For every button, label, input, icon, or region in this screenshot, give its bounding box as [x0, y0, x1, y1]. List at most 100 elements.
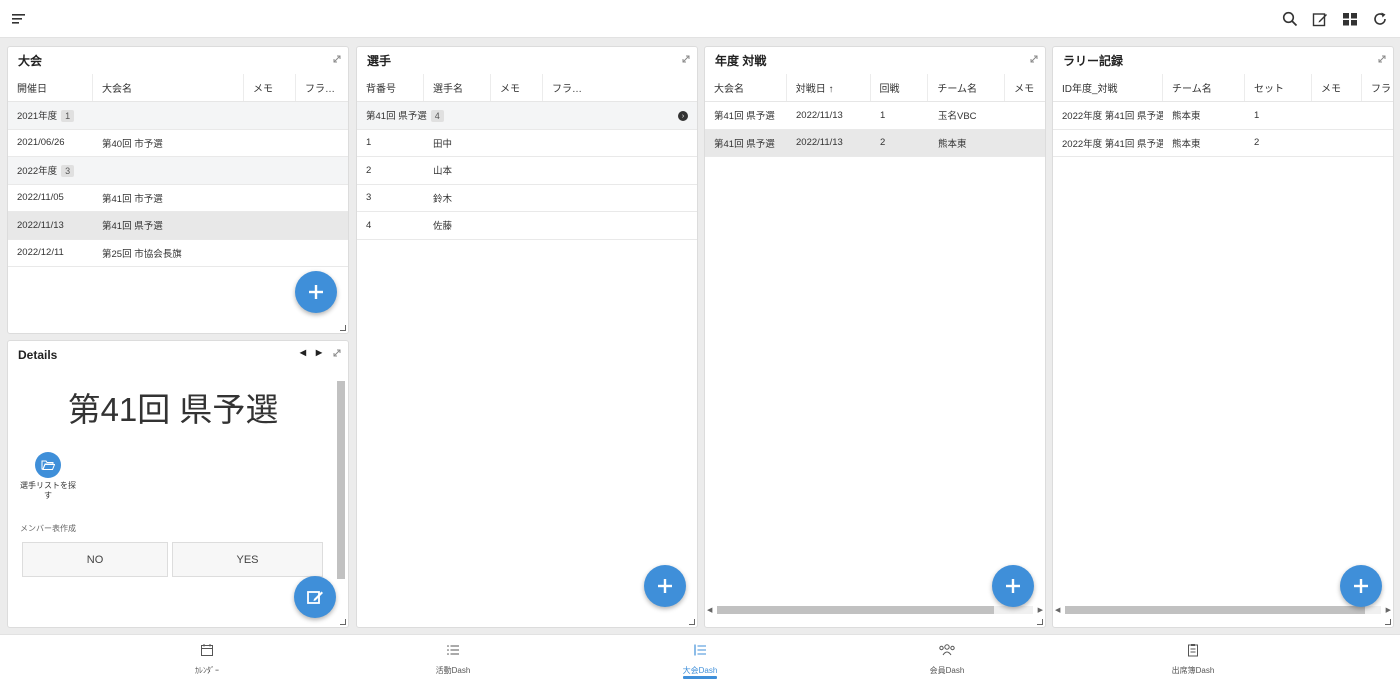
vertical-scrollbar[interactable] — [336, 369, 346, 617]
bottom-navigation: ｶﾚﾝﾀﾞｰ 活動Dash 大会Dash 会員Dash 出席簿Dash — [0, 634, 1400, 679]
table-row[interactable]: 3 鈴木 — [357, 185, 697, 212]
group-row[interactable]: 2021年度 1 — [8, 102, 348, 130]
people-icon — [939, 644, 955, 656]
table-row[interactable]: 2022年度 第41回 県予選 熊本東 1 — [1053, 102, 1393, 130]
expand-icon[interactable] — [1028, 53, 1040, 65]
yes-button[interactable]: YES — [172, 542, 323, 577]
table-row[interactable]: 第41回 県予選 2022/11/13 1 玉名VBC — [705, 102, 1045, 130]
edit-icon[interactable] — [1308, 7, 1332, 31]
cell-name: 田中 — [433, 138, 453, 150]
column-header[interactable]: フラ — [1362, 74, 1393, 101]
cell-id: 2022年度 第41回 県予選 — [1062, 138, 1163, 150]
cell-team: 熊本東 — [1172, 138, 1201, 150]
column-header[interactable]: メモ — [1005, 74, 1045, 101]
edit-button[interactable] — [294, 576, 336, 618]
expand-icon[interactable] — [680, 53, 692, 65]
nav-attendance-dash[interactable]: 出席簿Dash — [1133, 643, 1253, 676]
folder-button[interactable] — [35, 452, 61, 478]
group-row[interactable]: 第41回 県予選 4 › — [357, 102, 697, 130]
cell-name: 第41回 県予選 — [102, 221, 163, 233]
expand-icon[interactable] — [331, 347, 343, 359]
grid-icon[interactable] — [1338, 7, 1362, 31]
table-row[interactable]: 2022年度 第41回 県予選 熊本東 2 — [1053, 130, 1393, 157]
panel-title: 年度 対戦 — [715, 54, 767, 68]
column-header[interactable]: 背番号 — [357, 74, 424, 101]
column-header[interactable]: 大会名 — [93, 74, 244, 101]
column-header[interactable]: 対戦日 ↑ — [787, 74, 871, 101]
section-label: メンバー表作成 — [20, 524, 76, 533]
cell-number: 4 — [366, 219, 372, 231]
cell-team: 熊本東 — [938, 138, 967, 150]
table-row[interactable]: 4 佐藤 — [357, 212, 697, 240]
horizontal-scrollbar[interactable]: ◀ ▶ — [1055, 603, 1391, 615]
cell-name: 第41回 市予選 — [102, 193, 163, 205]
resize-handle[interactable] — [1385, 619, 1391, 625]
nav-member-dash[interactable]: 会員Dash — [887, 643, 1007, 676]
panel-title: 選手 — [367, 54, 392, 68]
cell-date: 2022/11/05 — [17, 192, 64, 204]
cell-date: 2022/12/11 — [17, 247, 64, 259]
table-row[interactable]: 2022/11/13 第41回 県予選 — [8, 212, 348, 240]
folder-button-label: 選手リストを探す — [20, 481, 76, 500]
group-label: 2022年度 — [17, 166, 58, 178]
column-header[interactable]: 大会名 — [705, 74, 787, 101]
column-header[interactable]: フラ… — [543, 74, 697, 101]
details-heading: 第41回 県予選 — [67, 391, 279, 428]
add-button[interactable] — [644, 565, 686, 607]
column-header[interactable]: ID年度_対戦 — [1053, 74, 1163, 101]
menu-icon[interactable] — [11, 12, 27, 26]
calendar-icon — [201, 644, 213, 656]
table-header: ID年度_対戦 チーム名 セット メモ フラ — [1053, 74, 1393, 102]
add-button[interactable] — [1340, 565, 1382, 607]
chevron-right-icon[interactable]: › — [678, 111, 688, 121]
table-row[interactable]: 2021/06/26 第40回 市予選 — [8, 130, 348, 157]
cell-name: 山本 — [433, 166, 453, 178]
nav-label: 会員Dash — [929, 666, 965, 675]
column-header[interactable]: 開催日 — [8, 74, 93, 101]
nav-calendar[interactable]: ｶﾚﾝﾀﾞｰ — [147, 643, 267, 676]
matches-panel: 年度 対戦 大会名 対戦日 ↑ 回戦 チーム名 メモ 第41回 県予選 2022/… — [704, 46, 1046, 628]
resize-handle[interactable] — [340, 325, 346, 331]
table-row[interactable]: 2022/11/05 第41回 市予選 — [8, 185, 348, 212]
nav-activity-dash[interactable]: 活動Dash — [393, 643, 513, 676]
add-button[interactable] — [992, 565, 1034, 607]
refresh-icon[interactable] — [1368, 7, 1392, 31]
table-row[interactable]: 1 田中 — [357, 130, 697, 157]
column-header[interactable]: チーム名 — [928, 74, 1006, 101]
plus-icon — [1354, 579, 1368, 593]
horizontal-scrollbar[interactable]: ◀ ▶ — [707, 603, 1043, 615]
search-icon[interactable] — [1278, 7, 1302, 31]
table-row[interactable]: 2022/12/11 第25回 市協会長旗 — [8, 240, 348, 267]
cell-date: 2022/11/13 — [796, 137, 843, 149]
group-row[interactable]: 2022年度 3 — [8, 157, 348, 185]
cell-name: 第25回 市協会長旗 — [102, 248, 182, 260]
table-header: 大会名 対戦日 ↑ 回戦 チーム名 メモ — [705, 74, 1045, 102]
panel-title: ラリー記録 — [1063, 54, 1124, 68]
nav-label: 活動Dash — [435, 666, 471, 675]
expand-icon[interactable] — [1376, 53, 1388, 65]
column-header[interactable]: セット — [1245, 74, 1312, 101]
next-arrow-icon[interactable]: ▶ — [316, 348, 322, 357]
resize-handle[interactable] — [1037, 619, 1043, 625]
resize-handle[interactable] — [340, 619, 346, 625]
cell-set: 1 — [1254, 109, 1260, 121]
column-header[interactable]: メモ — [244, 74, 296, 101]
column-header[interactable]: フラ… — [296, 74, 348, 101]
taikai-panel: 大会 開催日 大会名 メモ フラ… 2021年度 1 2021/06/26 第40回… — [7, 46, 349, 334]
table-row[interactable]: 第41回 県予選 2022/11/13 2 熊本東 — [705, 129, 1045, 157]
column-header[interactable]: メモ — [491, 74, 543, 101]
expand-icon[interactable] — [331, 53, 343, 65]
cell-number: 3 — [366, 192, 372, 204]
no-button[interactable]: NO — [22, 542, 168, 577]
nav-taikai-dash[interactable]: 大会Dash — [640, 643, 760, 679]
column-header[interactable]: チーム名 — [1163, 74, 1245, 101]
table-row[interactable]: 2 山本 — [357, 157, 697, 185]
plus-icon — [1006, 579, 1020, 593]
column-header[interactable]: メモ — [1312, 74, 1362, 101]
column-header[interactable]: 回戦 — [871, 74, 929, 101]
nav-label: 大会Dash — [682, 666, 718, 675]
prev-arrow-icon[interactable]: ◀ — [300, 348, 306, 357]
column-header[interactable]: 選手名 — [424, 74, 491, 101]
add-button[interactable] — [295, 271, 337, 313]
resize-handle[interactable] — [689, 619, 695, 625]
